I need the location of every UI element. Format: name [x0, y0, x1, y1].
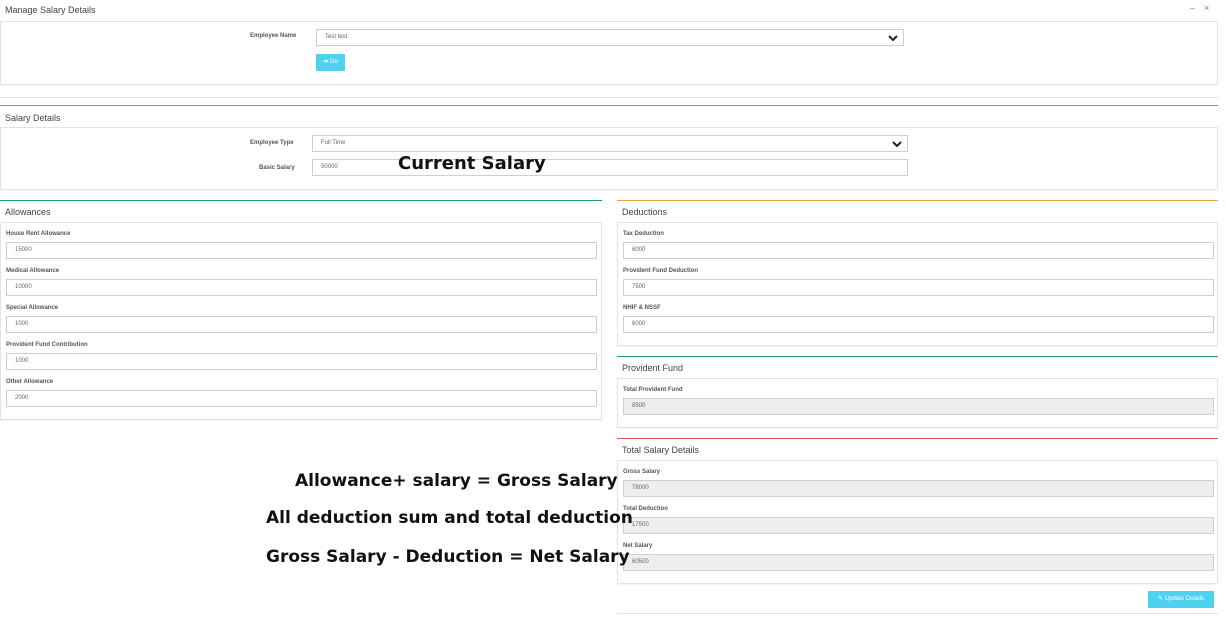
provident-fund-accent [617, 356, 1218, 357]
arrow-right-icon: ➜ [323, 59, 329, 65]
deduction-label: Tax Deduction [623, 231, 664, 237]
total-deduction-input: 17500 [623, 517, 1214, 534]
go-button-label: Go [329, 59, 338, 65]
allowance-input[interactable]: 1000 [6, 316, 597, 333]
deduction-label: NHIF & NSSF [623, 305, 661, 311]
allowances-title: Allowances [5, 207, 51, 217]
close-icon[interactable]: × [1204, 3, 1209, 13]
divider [0, 97, 1218, 98]
employee-select-panel: Employee Name Test test ➜ Go [0, 21, 1218, 85]
chevron-down-icon [888, 35, 898, 42]
total-provident-fund-input: 8500 [623, 398, 1214, 415]
employee-name-select[interactable]: Test test [316, 29, 904, 46]
total-salary-accent [617, 438, 1218, 439]
deductions-title: Deductions [622, 207, 668, 217]
deductions-panel: Tax Deduction 6000 Provident Fund Deduct… [617, 222, 1218, 346]
deductions-accent [617, 200, 1218, 201]
employee-name-value: Test test [325, 34, 348, 40]
provident-fund-panel: Total Provident Fund 8500 [617, 378, 1218, 428]
net-salary-input: 60500 [623, 554, 1214, 571]
allowance-input[interactable]: 1000 [6, 353, 597, 370]
employee-name-label: Employee Name [250, 33, 297, 39]
gross-salary-note: Allowance+ salary = Gross Salary [295, 471, 618, 491]
deduction-input[interactable]: 6000 [623, 242, 1214, 259]
chevron-down-icon [892, 141, 902, 148]
allowance-input[interactable]: 10000 [6, 279, 597, 296]
allowance-input[interactable]: 15000 [6, 242, 597, 259]
salary-details-accent [0, 105, 1218, 106]
deduction-input[interactable]: 6000 [623, 316, 1214, 333]
allowance-label: Special Allowance [6, 305, 59, 311]
edit-icon: ✎ [1157, 596, 1163, 602]
gross-salary-input: 78000 [623, 480, 1214, 497]
go-button[interactable]: ➜ Go [316, 54, 345, 71]
provident-fund-title: Provident Fund [622, 363, 684, 373]
window-title: Manage Salary Details [5, 5, 96, 15]
net-salary-note: Gross Salary - Deduction = Net Salary [266, 547, 630, 567]
salary-details-panel: Employee Type Full Time Basic Salary 500… [0, 127, 1218, 190]
employee-type-select[interactable]: Full Time [312, 135, 908, 152]
allowances-panel: House Rent Allowance 15000 Medical Allow… [0, 222, 602, 420]
basic-salary-label: Basic Salary [259, 165, 295, 171]
update-details-label: Update Details [1164, 596, 1205, 602]
total-salary-panel: Gross Salary 78000 Total Deduction 17500… [617, 460, 1218, 584]
total-provident-fund-label: Total Provident Fund [623, 387, 683, 393]
deduction-note: All deduction sum and total deduction [266, 508, 633, 528]
deduction-input[interactable]: 7500 [623, 279, 1214, 296]
minimize-icon[interactable]: – [1190, 3, 1195, 13]
allowances-accent [0, 200, 602, 201]
update-details-button[interactable]: ✎ Update Details [1148, 591, 1214, 608]
allowance-label: House Rent Allowance [6, 231, 71, 237]
divider [617, 613, 1218, 614]
employee-type-label: Employee Type [250, 140, 294, 146]
current-salary-note: Current Salary [398, 153, 546, 174]
total-salary-title: Total Salary Details [622, 445, 700, 455]
salary-details-title: Salary Details [5, 113, 61, 123]
allowance-label: Other Allowance [6, 379, 54, 385]
gross-salary-label: Gross Salary [623, 469, 661, 475]
allowance-label: Medical Allowance [6, 268, 60, 274]
allowance-label: Provident Fund Contribution [6, 342, 88, 348]
allowance-input[interactable]: 2000 [6, 390, 597, 407]
deduction-label: Provident Fund Deduction [623, 268, 698, 274]
employee-type-value: Full Time [321, 140, 346, 146]
